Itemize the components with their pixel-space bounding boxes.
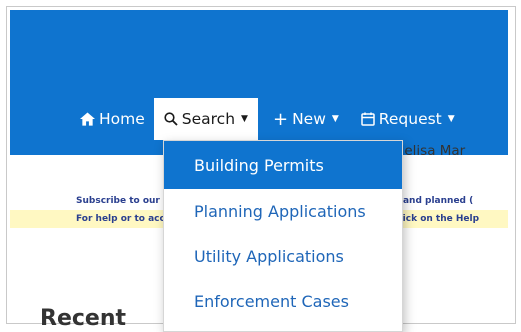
- nav-home-label: Home: [99, 110, 145, 128]
- chevron-down-icon: ▼: [331, 114, 339, 124]
- header-banner: Home Search ▼ + New ▼ Request ▼: [10, 10, 508, 155]
- main-nav: Home Search ▼ + New ▼ Request ▼: [10, 98, 508, 140]
- nav-request-label: Request: [378, 110, 442, 128]
- plus-icon: +: [272, 108, 289, 130]
- menu-item-planning-applications[interactable]: Planning Applications: [164, 189, 402, 234]
- nav-home[interactable]: Home: [76, 98, 154, 140]
- search-icon: [164, 112, 178, 126]
- menu-item-utility-applications[interactable]: Utility Applications: [164, 234, 402, 279]
- menu-item-building-permits[interactable]: Building Permits: [164, 141, 402, 189]
- calendar-icon: [361, 112, 375, 126]
- recent-section-title: Recent: [40, 306, 127, 331]
- subscribe-link[interactable]: Subscribe to our: [76, 196, 160, 206]
- menu-item-enforcement-cases[interactable]: Enforcement Cases: [164, 279, 402, 324]
- chevron-down-icon: ▼: [447, 114, 455, 124]
- nav-search-label: Search: [181, 110, 236, 128]
- help-text-left: For help or to acc: [76, 214, 165, 224]
- nav-new[interactable]: + New ▼: [264, 98, 348, 140]
- nav-new-label: New: [292, 110, 326, 128]
- search-dropdown-menu: Building Permits Planning Applications U…: [163, 140, 403, 332]
- chevron-down-icon: ▼: [241, 114, 248, 124]
- home-icon: [80, 112, 95, 126]
- nav-request[interactable]: Request ▼: [352, 98, 464, 140]
- nav-search[interactable]: Search ▼: [153, 98, 258, 140]
